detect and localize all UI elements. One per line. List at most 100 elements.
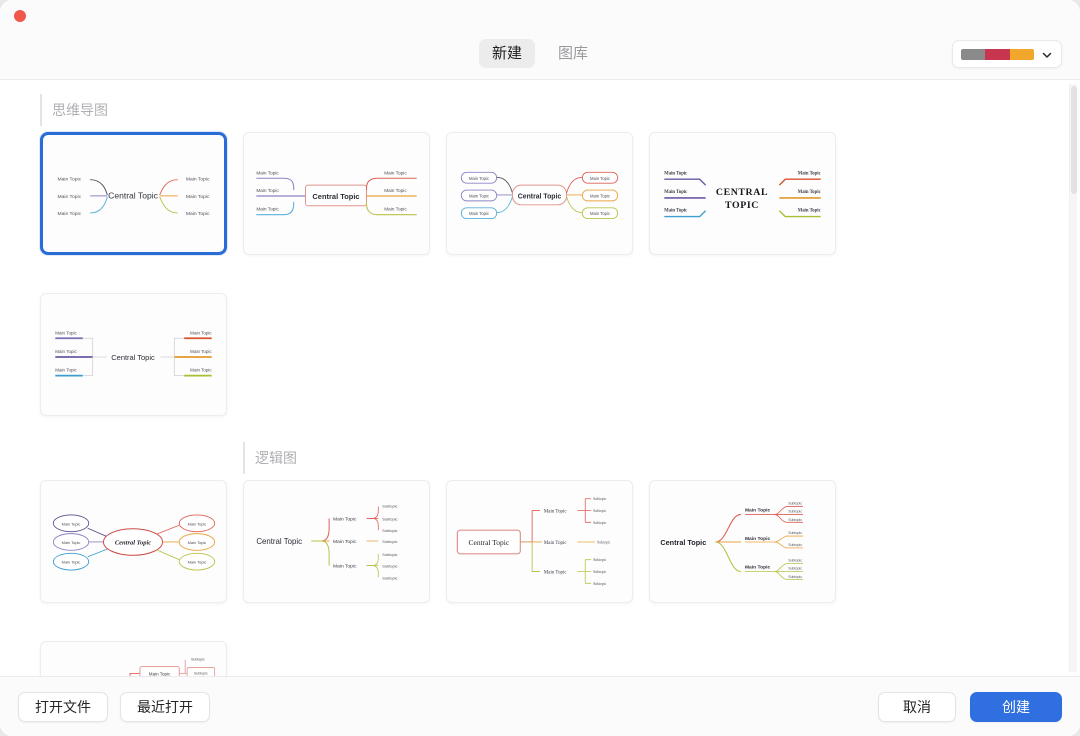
svg-text:Central Topic: Central Topic: [111, 353, 155, 362]
grid-cell: 逻辑图 Central Topic Main Topic Main Topic …: [243, 442, 446, 603]
template-browser: 思维导图 Main Topic Main Topic Main Topic Ce…: [0, 80, 1080, 676]
svg-text:Main Topic: Main Topic: [798, 171, 821, 176]
svg-text:Central Topic: Central Topic: [256, 537, 302, 546]
svg-text:Main Topic: Main Topic: [58, 211, 82, 217]
svg-text:Main Topic: Main Topic: [256, 207, 279, 213]
svg-text:Main Topic: Main Topic: [333, 564, 357, 570]
template-card-mindmap-box-center[interactable]: Main Topic Main Topic Main Topic Central…: [243, 132, 430, 255]
scrollbar-thumb[interactable]: [1071, 86, 1077, 194]
theme-color-picker[interactable]: [952, 40, 1062, 68]
grid-cell: Main Topic Main Topic Main Topic Central…: [40, 442, 243, 603]
template-card-mindmap-pill-nodes[interactable]: Main Topic Main Topic Main Topic Central…: [446, 132, 633, 255]
svg-text:Main Topic: Main Topic: [190, 330, 212, 335]
svg-text:Main Topic: Main Topic: [469, 176, 489, 181]
svg-text:Main Topic: Main Topic: [188, 560, 207, 565]
svg-text:Main Topic: Main Topic: [590, 211, 610, 216]
template-scroll-area[interactable]: 思维导图 Main Topic Main Topic Main Topic Ce…: [0, 80, 1070, 676]
template-card-mindmap-ellipse-nodes[interactable]: Main Topic Main Topic Main Topic Central…: [40, 480, 227, 603]
svg-text:Subtopic: Subtopic: [593, 521, 607, 525]
svg-text:TOPIC: TOPIC: [725, 200, 759, 211]
svg-text:Main Topic: Main Topic: [590, 176, 610, 181]
grid-cell: Central Topic Main Topic Main Topic Main…: [649, 442, 852, 603]
grid-cell: Main Topic Main Topic Main Topic Central…: [446, 94, 649, 255]
template-card-mindmap-underline-elbow[interactable]: Main Topic Main Topic Main Topic Central…: [40, 293, 227, 416]
window-controls: [14, 10, 26, 22]
svg-text:Main Topic: Main Topic: [544, 541, 567, 546]
close-window-icon[interactable]: [14, 10, 26, 22]
svg-text:Subtopic: Subtopic: [788, 531, 802, 535]
svg-text:Main Topic: Main Topic: [188, 540, 207, 545]
svg-text:Main Topic: Main Topic: [55, 330, 77, 335]
vertical-scrollbar[interactable]: [1069, 84, 1077, 672]
svg-text:Central Topic: Central Topic: [312, 192, 359, 201]
svg-text:Subtopic: Subtopic: [593, 570, 607, 574]
svg-text:Subtopic: Subtopic: [593, 509, 607, 513]
svg-text:Main Topic: Main Topic: [333, 516, 357, 522]
svg-text:Main Topic: Main Topic: [469, 194, 489, 199]
svg-text:Main Topic: Main Topic: [62, 560, 81, 565]
svg-text:Subtopic: Subtopic: [788, 575, 802, 579]
svg-text:Main Topic: Main Topic: [190, 349, 212, 354]
svg-text:Main Topic: Main Topic: [58, 177, 82, 183]
grid-cell: Main Topic Main Topic Main Topic CENTRAL…: [649, 94, 852, 255]
grid-cell: 思维导图 Main Topic Main Topic Main Topic Ce…: [40, 94, 243, 255]
svg-text:Main Topic: Main Topic: [745, 565, 771, 571]
section-label-mindmap: 思维导图: [40, 94, 140, 126]
svg-text:Main Topic: Main Topic: [745, 507, 771, 513]
svg-text:Main Topic: Main Topic: [384, 170, 407, 176]
grid-cell: Central Topic Main Topic Main Topic Main…: [40, 603, 243, 676]
svg-text:Main Topic: Main Topic: [256, 188, 279, 194]
new-document-dialog: 新建 图库 思维导图 Main Topic Main Topic Main To…: [0, 0, 1080, 736]
footer-left-actions: 打开文件 最近打开: [18, 691, 210, 722]
svg-text:Main Topic: Main Topic: [55, 349, 77, 354]
svg-text:Subtopic: Subtopic: [593, 558, 607, 562]
svg-text:Main Topic: Main Topic: [798, 190, 821, 195]
svg-text:Main Topic: Main Topic: [62, 521, 81, 526]
template-card-mindmap-serif-caps[interactable]: Main Topic Main Topic Main Topic CENTRAL…: [649, 132, 836, 255]
svg-text:Main Topic: Main Topic: [590, 194, 610, 199]
svg-text:Subtopic: Subtopic: [593, 497, 607, 501]
svg-text:Central Topic: Central Topic: [660, 538, 706, 547]
svg-text:Main Topic: Main Topic: [798, 209, 821, 214]
svg-text:Subtopic: Subtopic: [788, 543, 802, 547]
svg-text:Subtopic: Subtopic: [788, 559, 802, 563]
template-card-logic-boxed-nodes[interactable]: Central Topic Main Topic Main Topic Main…: [40, 641, 227, 676]
tab-gallery[interactable]: 图库: [545, 39, 601, 68]
dialog-footer: 打开文件 最近打开 取消 创建: [0, 676, 1080, 736]
section-label-logic: 逻辑图: [243, 442, 343, 474]
svg-text:Central Topic: Central Topic: [115, 539, 151, 546]
svg-text:Main Topic: Main Topic: [149, 671, 171, 676]
svg-text:Subtopic: Subtopic: [593, 582, 607, 586]
svg-text:Main Topic: Main Topic: [745, 536, 771, 542]
cancel-button[interactable]: 取消: [878, 691, 956, 722]
svg-text:Main Topic: Main Topic: [62, 540, 81, 545]
svg-text:Main Topic: Main Topic: [544, 509, 567, 514]
svg-text:Subtopic: Subtopic: [382, 539, 397, 544]
template-card-logic-boxed-center[interactable]: Central Topic Main Topic Main Topic Main…: [446, 480, 633, 603]
svg-text:Subtopic: Subtopic: [382, 504, 397, 509]
svg-text:Main Topic: Main Topic: [58, 194, 82, 200]
svg-text:Main Topic: Main Topic: [544, 570, 567, 575]
svg-text:Central Topic: Central Topic: [518, 193, 562, 200]
template-grid: 思维导图 Main Topic Main Topic Main Topic Ce…: [0, 80, 1070, 676]
chevron-down-icon: [1041, 48, 1053, 60]
template-card-logic-right-plain[interactable]: Central Topic Main Topic Main Topic Main…: [243, 480, 430, 603]
svg-text:Subtopic: Subtopic: [788, 502, 802, 506]
svg-text:Main Topic: Main Topic: [186, 177, 210, 183]
template-card-logic-curved-bold[interactable]: Central Topic Main Topic Main Topic Main…: [649, 480, 836, 603]
svg-text:Main Topic: Main Topic: [384, 207, 407, 213]
svg-text:Subtopic: Subtopic: [382, 516, 397, 521]
svg-text:Main Topic: Main Topic: [664, 171, 687, 176]
footer-right-actions: 取消 创建: [878, 691, 1062, 722]
tab-new[interactable]: 新建: [478, 39, 535, 68]
svg-text:Main Topic: Main Topic: [333, 539, 357, 545]
open-file-button[interactable]: 打开文件: [18, 691, 108, 722]
svg-text:Main Topic: Main Topic: [188, 521, 207, 526]
svg-text:Main Topic: Main Topic: [55, 368, 77, 373]
template-card-mindmap-curved-plain[interactable]: Main Topic Main Topic Main Topic Central…: [40, 132, 227, 255]
recent-open-button[interactable]: 最近打开: [120, 691, 210, 722]
svg-text:Main Topic: Main Topic: [664, 190, 687, 195]
svg-text:Main Topic: Main Topic: [186, 194, 210, 200]
create-button[interactable]: 创建: [970, 691, 1062, 722]
title-bar: 新建 图库: [0, 0, 1080, 80]
